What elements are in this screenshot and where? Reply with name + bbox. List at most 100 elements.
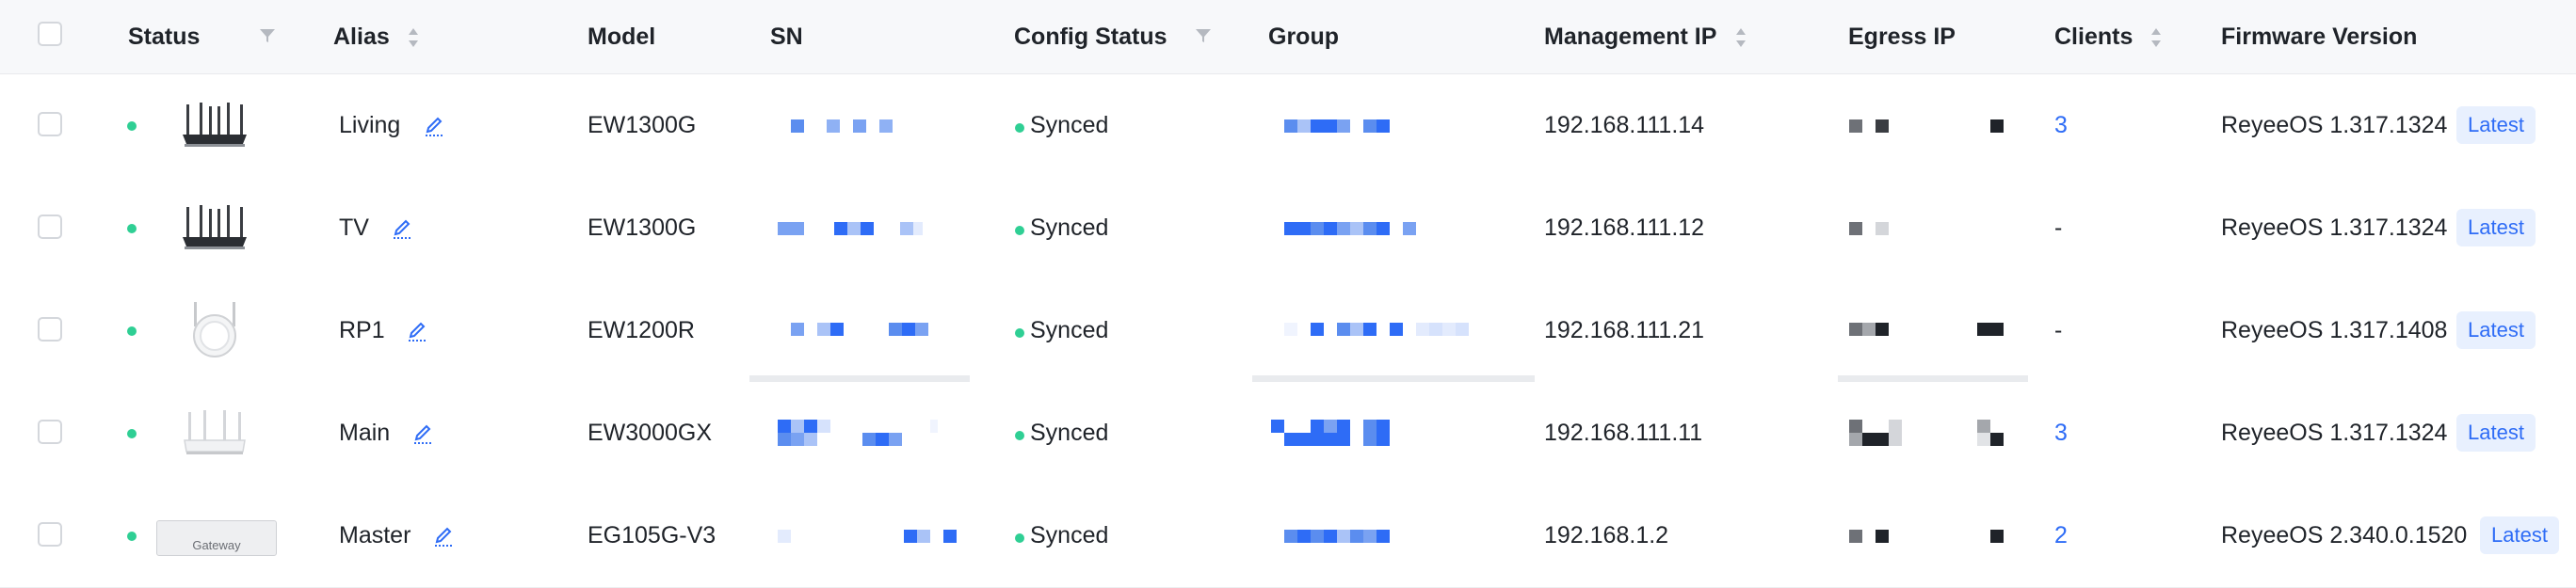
alias-sort-icon[interactable] xyxy=(407,26,420,49)
status-online-dot xyxy=(127,121,137,131)
firmware-cell: ReyeeOS 1.317.1408 xyxy=(2221,317,2448,343)
latest-badge: Latest xyxy=(2480,516,2559,554)
alias-cell: TV xyxy=(339,215,369,241)
column-header-model: Model xyxy=(588,23,656,50)
table-row[interactable]: TV EW1300G Synced 192.168.111.12 - Reyee… xyxy=(0,177,2576,280)
masked-egress-ip xyxy=(1849,530,2004,543)
column-header-egress-ip: Egress IP xyxy=(1848,23,1956,50)
router-white-icon xyxy=(184,410,246,454)
row-checkbox[interactable] xyxy=(38,112,62,136)
masked-group xyxy=(1284,530,1390,543)
model-cell: EG105G-V3 xyxy=(588,522,716,548)
status-filter-icon[interactable] xyxy=(258,26,277,45)
masked-group xyxy=(1284,323,1469,336)
masked-sn xyxy=(778,420,938,446)
latest-badge: Latest xyxy=(2456,106,2536,144)
clients-cell: - xyxy=(2054,317,2063,343)
edit-alias-icon[interactable] xyxy=(433,523,456,548)
config-status-cell: Synced xyxy=(1030,522,1109,548)
firmware-cell: ReyeeOS 1.317.1324 xyxy=(2221,215,2448,241)
alias-cell: Living xyxy=(339,112,401,138)
latest-badge: Latest xyxy=(2456,311,2536,349)
column-header-alias[interactable]: Alias xyxy=(333,0,390,73)
synced-dot xyxy=(1015,123,1024,133)
masked-sn xyxy=(778,530,957,543)
status-online-dot xyxy=(127,532,137,541)
latest-badge: Latest xyxy=(2456,414,2536,452)
synced-dot xyxy=(1015,431,1024,440)
column-header-status: Status xyxy=(128,23,201,50)
gateway-icon: Gateway xyxy=(156,520,277,556)
model-cell: EW1300G xyxy=(588,112,697,138)
clients-sort-icon[interactable] xyxy=(2149,26,2163,49)
config-status-cell: Synced xyxy=(1030,420,1109,446)
row-checkbox[interactable] xyxy=(38,522,62,547)
status-online-dot xyxy=(127,429,137,438)
masked-egress-ip xyxy=(1849,420,2004,446)
column-header-sn: SN xyxy=(770,23,803,50)
status-online-dot xyxy=(127,326,137,336)
synced-dot xyxy=(1015,328,1024,338)
column-header-config-status: Config Status xyxy=(1014,23,1167,50)
table-row[interactable]: Gateway Master EG105G-V3 Synced 192.168.… xyxy=(0,485,2576,588)
model-cell: EW3000GX xyxy=(588,420,713,446)
clients-cell: - xyxy=(2054,215,2063,241)
masked-group xyxy=(1284,119,1390,133)
table-header: Status Alias Model SN Config Status Grou… xyxy=(0,0,2576,74)
router-antennas-icon xyxy=(183,205,247,249)
column-header-firmware: Firmware Version xyxy=(2221,23,2418,50)
alias-cell: Master xyxy=(339,522,411,548)
firmware-cell: ReyeeOS 1.317.1324 xyxy=(2221,420,2448,446)
model-cell: EW1200R xyxy=(588,317,695,343)
management-ip-cell: 192.168.111.21 xyxy=(1544,317,1705,343)
clients-cell[interactable]: 2 xyxy=(2054,485,2068,587)
config-status-filter-icon[interactable] xyxy=(1194,26,1213,45)
clients-cell[interactable]: 3 xyxy=(2054,382,2068,485)
router-antennas-icon xyxy=(183,103,247,147)
column-header-clients[interactable]: Clients xyxy=(2054,0,2133,73)
management-ip-cell: 192.168.111.11 xyxy=(1544,420,1703,446)
firmware-cell: ReyeeOS 1.317.1324 xyxy=(2221,112,2448,138)
synced-dot xyxy=(1015,226,1024,235)
select-all-checkbox[interactable] xyxy=(38,22,62,46)
table-row[interactable]: Living EW1300G Synced 192.168.111.14 3 R… xyxy=(0,74,2576,178)
row-checkbox[interactable] xyxy=(38,215,62,239)
latest-badge: Latest xyxy=(2456,209,2536,246)
masked-group xyxy=(1271,420,1390,446)
table-row[interactable]: Main EW3000GX Synced 192.168.111.11 3 Re… xyxy=(0,382,2576,485)
repeater-icon xyxy=(193,302,236,358)
masked-group xyxy=(1284,222,1416,235)
masked-sn xyxy=(778,222,923,235)
clients-link[interactable]: 2 xyxy=(2054,522,2068,549)
model-cell: EW1300G xyxy=(588,215,697,241)
alias-cell: RP1 xyxy=(339,317,385,343)
config-status-cell: Synced xyxy=(1030,112,1109,138)
edit-alias-icon[interactable] xyxy=(407,318,429,342)
clients-cell[interactable]: 3 xyxy=(2054,74,2068,177)
alias-cell: Main xyxy=(339,420,391,446)
column-header-group: Group xyxy=(1268,23,1339,50)
clients-link[interactable]: 3 xyxy=(2054,420,2068,447)
firmware-cell: ReyeeOS 2.340.0.1520 xyxy=(2221,522,2468,548)
masked-egress-ip xyxy=(1849,119,2004,133)
management-ip-cell: 192.168.1.2 xyxy=(1544,522,1669,548)
masked-sn xyxy=(791,119,893,133)
edit-alias-icon[interactable] xyxy=(392,215,414,240)
synced-dot xyxy=(1015,533,1024,543)
management-ip-cell: 192.168.111.14 xyxy=(1544,112,1705,138)
column-header-management-ip[interactable]: Management IP xyxy=(1544,0,1716,73)
masked-egress-ip xyxy=(1849,323,2004,336)
management-ip-cell: 192.168.111.12 xyxy=(1544,215,1705,241)
masked-egress-ip xyxy=(1849,222,1889,235)
table-row[interactable]: RP1 EW1200R Synced 192.168.111.21 - Reye… xyxy=(0,279,2576,383)
config-status-cell: Synced xyxy=(1030,317,1109,343)
edit-alias-icon[interactable] xyxy=(412,421,435,445)
clients-link[interactable]: 3 xyxy=(2054,112,2068,139)
row-checkbox[interactable] xyxy=(38,420,62,444)
masked-sn xyxy=(791,323,928,336)
config-status-cell: Synced xyxy=(1030,215,1109,241)
edit-alias-icon[interactable] xyxy=(424,113,446,137)
row-checkbox[interactable] xyxy=(38,317,62,342)
status-online-dot xyxy=(127,224,137,233)
management-ip-sort-icon[interactable] xyxy=(1734,26,1747,49)
